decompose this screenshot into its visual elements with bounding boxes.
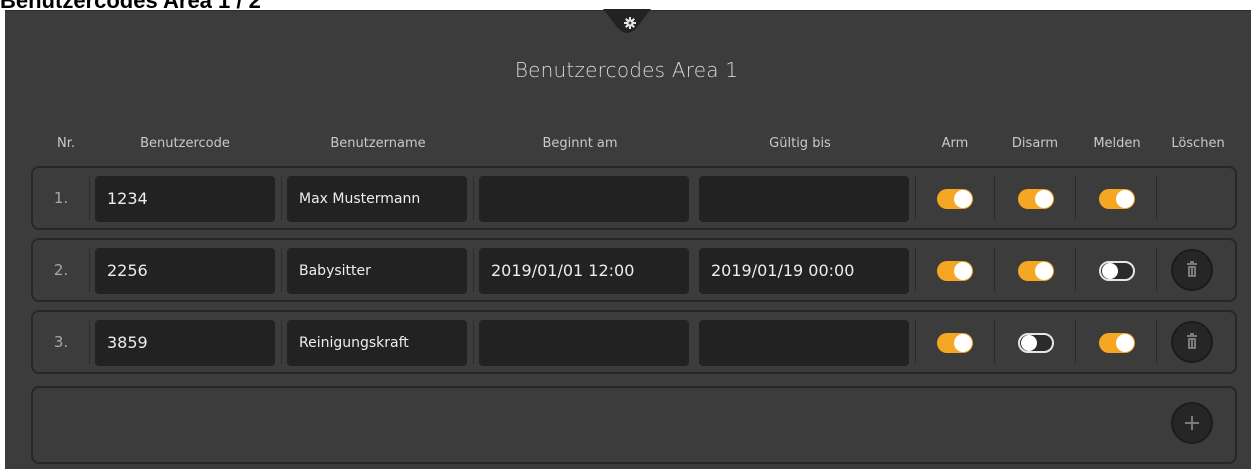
divider: [473, 248, 474, 292]
divider: [1156, 176, 1157, 220]
trash-icon: [1187, 333, 1197, 349]
user-name-field[interactable]: Babysitter: [287, 248, 467, 294]
table-row: 1. 1234 Max Mustermann: [31, 166, 1237, 230]
begin-date-field[interactable]: [479, 176, 689, 222]
divider: [1156, 248, 1157, 292]
divider: [281, 248, 282, 292]
trash-icon: [1187, 261, 1197, 277]
begin-date-field[interactable]: 2019/01/01 12:00: [479, 248, 689, 294]
row-number: 3.: [53, 333, 69, 351]
toggle-knob: [1035, 262, 1053, 280]
divider: [89, 248, 90, 292]
divider: [1075, 320, 1076, 364]
divider: [915, 248, 916, 292]
report-toggle[interactable]: [1099, 189, 1135, 209]
divider: [89, 320, 90, 364]
toggle-knob: [954, 334, 972, 352]
toggle-knob: [1116, 334, 1134, 352]
column-header-begin: Beginnt am: [542, 136, 618, 151]
delete-button[interactable]: [1171, 249, 1213, 291]
user-code-field[interactable]: 2256: [95, 248, 275, 294]
arm-toggle[interactable]: [937, 333, 973, 353]
valid-until-field[interactable]: [699, 320, 909, 366]
arm-toggle[interactable]: [937, 261, 973, 281]
toggle-knob: [1102, 263, 1118, 279]
divider: [994, 320, 995, 364]
add-user-button[interactable]: [1171, 402, 1213, 444]
begin-date-field[interactable]: [479, 320, 689, 366]
row-number: 2.: [53, 261, 69, 279]
toggle-knob: [954, 262, 972, 280]
divider: [89, 176, 90, 220]
column-header-delete: Löschen: [1171, 136, 1225, 151]
toggle-knob: [954, 190, 972, 208]
divider: [994, 248, 995, 292]
plus-icon: [1185, 416, 1199, 430]
divider: [1075, 176, 1076, 220]
arm-toggle[interactable]: [937, 189, 973, 209]
user-code-field[interactable]: 3859: [95, 320, 275, 366]
column-header-report: Melden: [1093, 136, 1141, 151]
disarm-toggle[interactable]: [1018, 189, 1054, 209]
divider: [915, 320, 916, 364]
column-header-arm: Arm: [941, 136, 969, 151]
column-header-code: Benutzercode: [140, 136, 230, 151]
divider: [281, 320, 282, 364]
divider: [915, 176, 916, 220]
panel-title: Benutzercodes Area 1: [514, 58, 739, 82]
divider: [281, 176, 282, 220]
toggle-knob: [1035, 190, 1053, 208]
user-code-field[interactable]: 1234: [95, 176, 275, 222]
delete-button[interactable]: [1171, 321, 1213, 363]
divider: [1075, 248, 1076, 292]
row-number: 1.: [53, 189, 69, 207]
report-toggle[interactable]: [1099, 261, 1135, 281]
toggle-knob: [1021, 335, 1037, 351]
disarm-toggle[interactable]: [1018, 261, 1054, 281]
valid-until-field[interactable]: [699, 176, 909, 222]
table-row: 3. 3859 Reinigungskraft: [31, 310, 1237, 374]
page-heading: Benutzercodes Area 1 / 2: [0, 0, 267, 12]
column-header-name: Benutzername: [330, 136, 426, 151]
column-header-disarm: Disarm: [1011, 136, 1059, 151]
divider: [994, 176, 995, 220]
add-user-row: [31, 386, 1237, 464]
toggle-knob: [1116, 190, 1134, 208]
column-header-valid: Gültig bis: [769, 136, 831, 151]
disarm-toggle[interactable]: [1018, 333, 1054, 353]
divider: [1156, 320, 1157, 364]
user-name-field[interactable]: Reinigungskraft: [287, 320, 467, 366]
report-toggle[interactable]: [1099, 333, 1135, 353]
column-header-nr: Nr.: [56, 136, 75, 151]
valid-until-field[interactable]: 2019/01/19 00:00: [699, 248, 909, 294]
user-name-field[interactable]: Max Mustermann: [287, 176, 467, 222]
divider: [473, 176, 474, 220]
gear-icon[interactable]: [624, 17, 636, 29]
divider: [473, 320, 474, 364]
table-row: 2. 2256 Babysitter 2019/01/01 12:00 2019…: [31, 238, 1237, 302]
